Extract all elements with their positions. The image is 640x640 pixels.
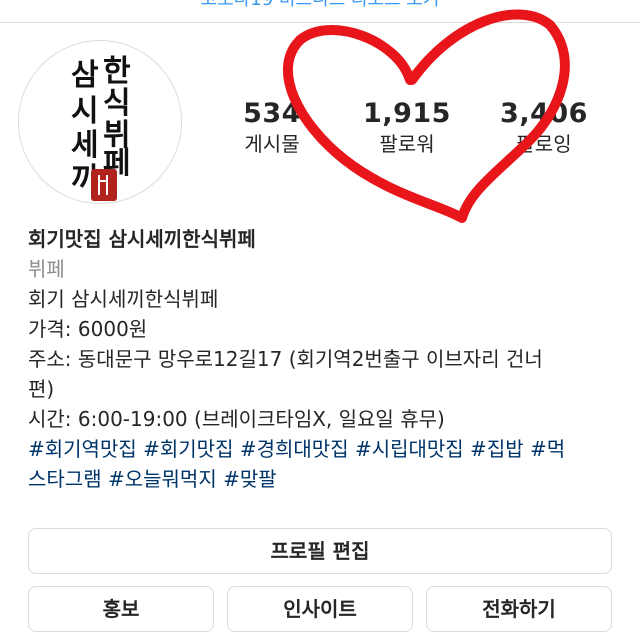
calligraphy-logo-icon: 삼 시 세 끼 한 식 뷔 페 — [71, 54, 131, 201]
profile-category: 뷔페 — [28, 257, 65, 281]
bio-line: 시간: 6:00-19:00 (브레이크타임X, 일요일 휴무) — [28, 407, 445, 431]
avatar-char: 식 — [103, 86, 131, 121]
edit-profile-button[interactable]: 프로필 편집 — [28, 528, 612, 574]
bio-line: 회기 삼시세끼한식뷔페 — [28, 287, 219, 311]
avatar-char: 세 — [71, 128, 99, 163]
posts-stat[interactable]: 534 게시물 — [212, 98, 332, 158]
promote-button[interactable]: 홍보 — [28, 586, 214, 632]
bio-line: 편) — [28, 377, 55, 401]
covid-resources-banner[interactable]: 코로나19 비즈니스 리소스 보기 — [0, 0, 640, 23]
posts-label: 게시물 — [244, 132, 300, 156]
avatar-char: 삼 — [71, 58, 99, 93]
followers-stat[interactable]: 1,915 팔로워 — [347, 98, 467, 158]
avatar-char: 한 — [103, 54, 131, 89]
bio-line: 주소: 동대문구 망우로12길17 (회기역2번출구 이브자리 건너 — [28, 347, 543, 371]
profile-name: 회기맛집 삼시세끼한식뷔페 — [28, 227, 256, 251]
avatar-char: 시 — [71, 94, 99, 129]
bio-line: 가격: 6000원 — [28, 317, 148, 341]
call-button[interactable]: 전화하기 — [426, 586, 612, 632]
following-count: 3,406 — [500, 98, 588, 129]
followers-count: 1,915 — [363, 98, 451, 129]
hashtag-line[interactable]: #회기역맛집 #회기맛집 #경희대맛집 #시립대맛집 #집밥 #먹 — [28, 434, 618, 464]
following-label: 팔로잉 — [516, 132, 572, 156]
avatar[interactable]: 삼 시 세 끼 한 식 뷔 페 — [18, 40, 182, 204]
seal-stamp-icon — [91, 169, 117, 201]
banner-text: 코로나19 비즈니스 리소스 보기 — [201, 0, 440, 10]
following-stat[interactable]: 3,406 팔로잉 — [484, 98, 604, 158]
hashtag-line[interactable]: 스타그램 #오늘뭐먹지 #맞팔 — [28, 464, 618, 494]
insights-button[interactable]: 인사이트 — [227, 586, 413, 632]
profile-bio: 회기맛집 삼시세끼한식뷔페 뷔페 회기 삼시세끼한식뷔페 가격: 6000원 주… — [28, 224, 618, 494]
posts-count: 534 — [243, 98, 301, 129]
followers-label: 팔로워 — [379, 132, 435, 156]
